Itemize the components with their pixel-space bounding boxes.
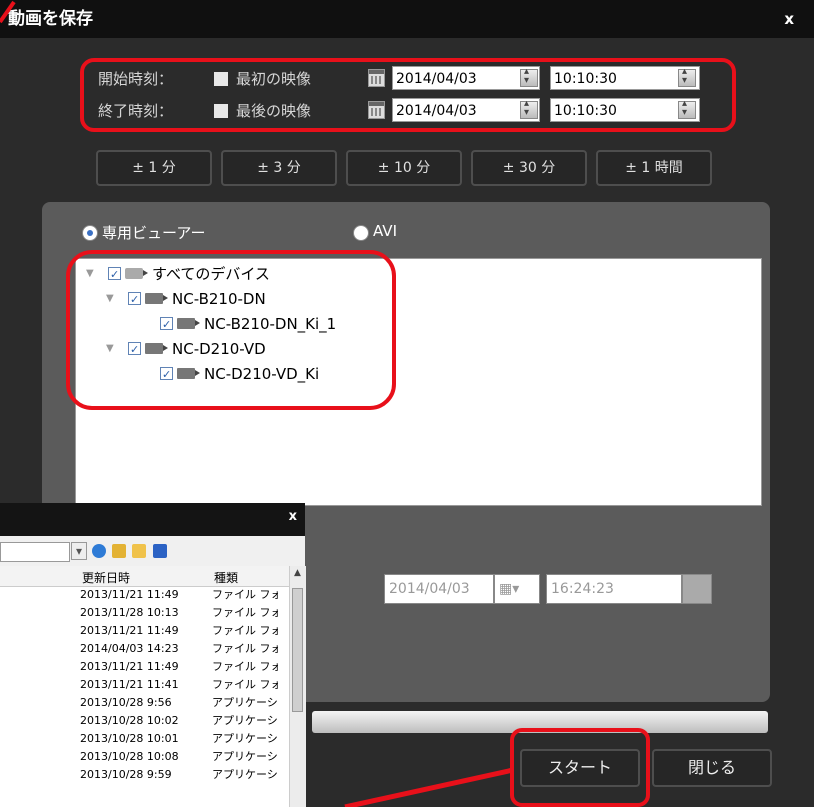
annotation-lines — [0, 0, 514, 807]
annotation-line — [344, 767, 514, 807]
annotation-line — [0, 0, 16, 24]
